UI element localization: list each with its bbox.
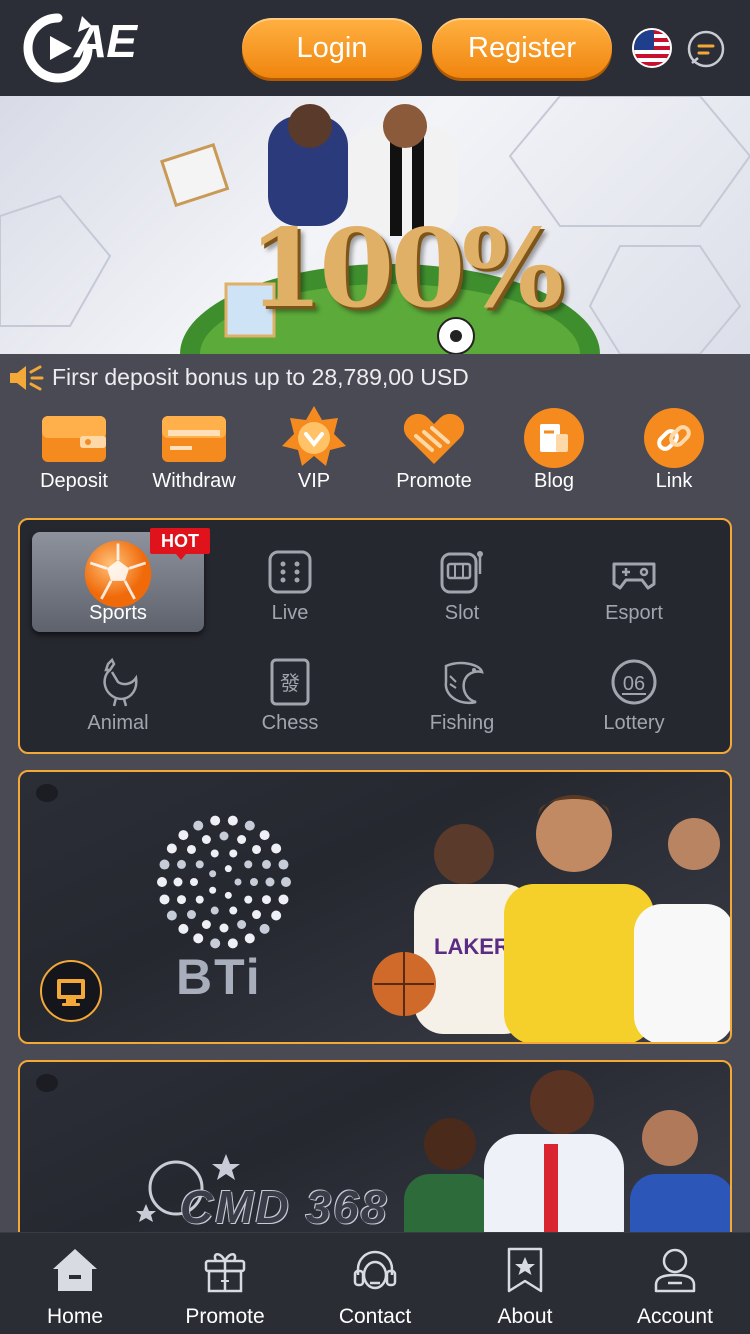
soccer-ball-icon (84, 540, 152, 608)
quick-link-label: Promote (396, 470, 472, 492)
category-label: Live (271, 602, 309, 624)
category-label: Sports (89, 602, 147, 624)
blog-icon (524, 408, 584, 468)
quick-link-link[interactable]: Link (614, 404, 734, 504)
nav-label: Account (637, 1305, 713, 1328)
svg-text:06: 06 (623, 673, 645, 695)
slot-machine-icon (440, 551, 483, 594)
quick-link-label: VIP (297, 470, 331, 492)
card-decoration (36, 1074, 58, 1092)
category-label: Animal (87, 712, 149, 734)
quick-links: Deposit Withdraw VIP Promote Blog Link (14, 404, 734, 504)
home-icon (53, 1249, 97, 1291)
quick-link-withdraw[interactable]: Withdraw (134, 404, 254, 504)
chat-icon[interactable] (686, 29, 726, 69)
quick-link-blog[interactable]: Blog (494, 404, 614, 504)
desktop-button[interactable] (40, 960, 102, 1022)
handshake-icon (403, 413, 465, 464)
login-button[interactable]: Login (242, 18, 422, 78)
us-flag-icon[interactable] (632, 28, 672, 68)
vip-badge-icon (282, 406, 346, 466)
nav-about[interactable]: About (450, 1233, 600, 1334)
quick-link-label: Link (655, 470, 693, 492)
category-label: Fishing (429, 712, 495, 734)
athletes-artwork (404, 1070, 730, 1248)
quick-link-label: Blog (533, 470, 575, 492)
lottery-ball-icon: 06 (611, 659, 657, 705)
fish-icon (444, 661, 484, 705)
promo-banner[interactable]: 100% (0, 96, 750, 354)
quick-link-deposit[interactable]: Deposit (14, 404, 134, 504)
athletes-artwork: LAKERS (372, 795, 730, 1042)
category-label: Esport (605, 602, 663, 624)
provider-name: BTi (176, 949, 262, 1005)
category-animal[interactable]: Animal (32, 642, 204, 742)
nav-account[interactable]: Account (600, 1233, 750, 1334)
logo-text[interactable]: AE (74, 14, 137, 68)
svg-text:發: 發 (280, 671, 300, 695)
desktop-icon (57, 979, 85, 1006)
category-live[interactable]: Live (204, 532, 376, 632)
nav-promote[interactable]: Promote (150, 1233, 300, 1334)
quick-link-label: Withdraw (152, 470, 236, 492)
register-button[interactable]: Register (432, 18, 612, 78)
gift-icon (204, 1253, 246, 1293)
quick-link-label: Deposit (40, 470, 108, 492)
top-header: AE Login Register (0, 0, 750, 96)
category-lottery[interactable]: 06 Lottery (548, 642, 720, 742)
announcement-text[interactable]: Firsr deposit bonus up to 28,789,00 USD (52, 364, 469, 391)
speaker-icon (10, 365, 44, 391)
wallet-icon (42, 416, 106, 462)
headset-icon (353, 1250, 397, 1290)
quick-link-vip[interactable]: VIP (254, 404, 374, 504)
bookmark-star-icon (507, 1247, 543, 1293)
rooster-icon (103, 657, 138, 707)
dice-icon (268, 550, 312, 594)
category-slot[interactable]: Slot (376, 532, 548, 632)
game-category-panel: Sports Live Slot Esport Animal 發 Chess F… (18, 518, 732, 754)
provider-card-cmd368[interactable]: CMD 368 (18, 1060, 732, 1250)
card-decoration (36, 784, 58, 802)
nav-label: Contact (338, 1305, 412, 1328)
gamepad-icon (612, 562, 656, 590)
nav-label: Home (46, 1305, 104, 1328)
link-icon (644, 408, 704, 468)
mahjong-tile-icon: 發 (270, 658, 310, 706)
banner-title: 100% (248, 206, 564, 332)
category-chess[interactable]: 發 Chess (204, 642, 376, 742)
category-label: Chess (261, 712, 319, 734)
category-label: Lottery (603, 712, 665, 734)
hot-badge: HOT (150, 528, 210, 560)
nav-label: About (497, 1305, 553, 1328)
quick-link-promote[interactable]: Promote (374, 404, 494, 504)
bottom-nav: Home Promote Contact About Account (0, 1232, 750, 1334)
bti-logo-icon (157, 815, 291, 949)
provider-name: CMD 368 (180, 1181, 389, 1233)
nav-contact[interactable]: Contact (300, 1233, 450, 1334)
card-icon (162, 416, 226, 462)
user-icon (654, 1248, 696, 1293)
category-esport[interactable]: Esport (548, 532, 720, 632)
category-label: Slot (444, 602, 480, 624)
nav-home[interactable]: Home (0, 1233, 150, 1334)
nav-label: Promote (185, 1305, 265, 1328)
category-fishing[interactable]: Fishing (376, 642, 548, 742)
provider-card-bti[interactable]: BTi LAKERS (18, 770, 732, 1044)
